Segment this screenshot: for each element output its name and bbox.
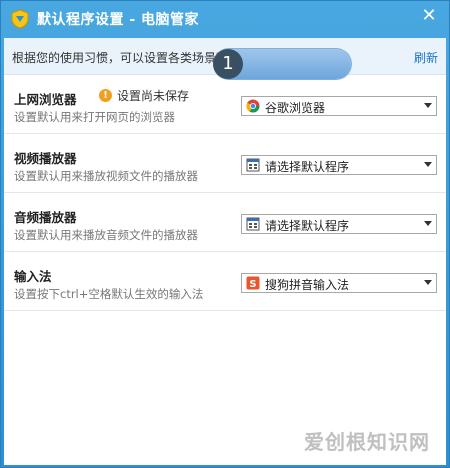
- chevron-down-icon: [424, 280, 432, 285]
- select-value: 搜狗拼音输入法: [265, 278, 350, 292]
- row-input-method: 输入法 设置按下ctrl+空格默认生效的输入法 S 搜狗拼音输入法: [4, 252, 446, 311]
- audio-player-select[interactable]: 请选择默认程序: [241, 214, 437, 234]
- svg-text:S: S: [249, 279, 256, 290]
- shield-icon: [11, 9, 29, 29]
- row-title: 音频播放器: [14, 210, 77, 225]
- row-title: 视频播放器: [14, 151, 77, 166]
- main-panel: 根据您的使用习惯，可以设置各类场景下的默认应用的程序。 刷新 上网浏览器 ! 设…: [4, 38, 446, 465]
- chevron-down-icon: [424, 162, 432, 167]
- row-description: 设置按下ctrl+空格默认生效的输入法: [14, 287, 204, 301]
- refresh-link[interactable]: 刷新: [414, 49, 438, 66]
- browser-select[interactable]: 谷歌浏览器: [241, 96, 437, 116]
- input-method-select[interactable]: S 搜狗拼音输入法: [241, 273, 437, 293]
- row-description: 设置默认用来播放音频文件的播放器: [14, 228, 198, 242]
- row-description: 设置默认用来打开网页的浏览器: [14, 110, 175, 124]
- app-icon: [246, 217, 260, 231]
- row-video-player: 视频播放器 设置默认用来播放视频文件的播放器 请选择默认程序: [4, 134, 446, 193]
- watermark: 爱创根知识网: [304, 430, 430, 454]
- select-value: 请选择默认程序: [265, 160, 350, 174]
- step-number-badge: 1: [213, 49, 243, 79]
- row-title: 上网浏览器: [14, 92, 77, 107]
- window: 默认程序设置 - 电脑管家 ✕ 根据您的使用习惯，可以设置各类场景下的默认应用的…: [0, 0, 450, 468]
- window-title: 默认程序设置 - 电脑管家: [37, 12, 200, 28]
- select-value: 请选择默认程序: [265, 219, 350, 233]
- chevron-down-icon: [424, 103, 432, 108]
- title-bar: 默认程序设置 - 电脑管家 ✕: [1, 1, 449, 37]
- close-icon[interactable]: ✕: [417, 5, 441, 29]
- row-audio-player: 音频播放器 设置默认用来播放音频文件的播放器 请选择默认程序: [4, 193, 446, 252]
- warning-text: 设置尚未保存: [117, 89, 190, 103]
- warning-icon: !: [99, 89, 112, 102]
- row-description: 设置默认用来播放视频文件的播放器: [14, 169, 198, 183]
- row-title: 输入法: [14, 269, 52, 284]
- chevron-down-icon: [424, 221, 432, 226]
- sogou-icon: S: [246, 276, 260, 290]
- select-value: 谷歌浏览器: [265, 101, 326, 115]
- row-browser: 上网浏览器 ! 设置尚未保存 设置默认用来打开网页的浏览器 谷歌浏览器: [4, 75, 446, 134]
- unsaved-warning: ! 设置尚未保存: [99, 87, 189, 104]
- app-icon: [246, 158, 260, 172]
- chrome-icon: [246, 99, 260, 113]
- video-player-select[interactable]: 请选择默认程序: [241, 155, 437, 175]
